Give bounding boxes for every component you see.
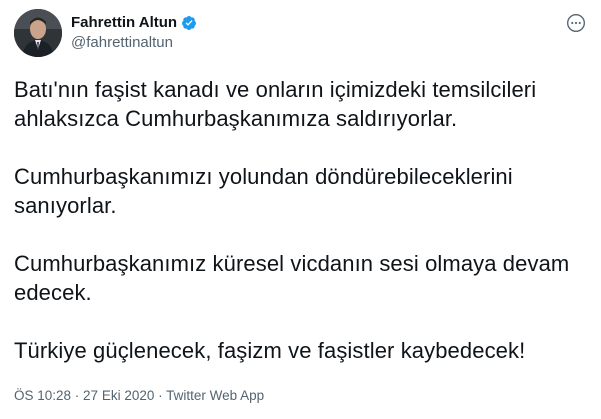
- avatar[interactable]: [14, 9, 62, 57]
- author-name-text[interactable]: Fahrettin Altun: [71, 14, 177, 31]
- author-name[interactable]: Fahrettin Altun: [71, 14, 197, 31]
- tweet-text: Batı'nın faşist kanadı ve onların içimiz…: [14, 75, 586, 394]
- tweet-source[interactable]: Twitter Web App: [166, 388, 264, 403]
- meta-separator: ·: [71, 388, 84, 403]
- author-handle[interactable]: @fahrettinaltun: [71, 34, 173, 51]
- tweet-paragraph: Cumhurbaşkanımız küresel vicdanın sesi o…: [14, 251, 570, 305]
- tweet-paragraph: Türkiye güçlenecek, faşizm ve faşistler …: [14, 338, 526, 363]
- tweet-time[interactable]: ÖS 10:28: [14, 388, 71, 403]
- avatar-portrait-icon: [14, 9, 62, 57]
- tweet-date[interactable]: 27 Eki 2020: [83, 388, 154, 403]
- tweet-card: Fahrettin Altun @fahrettinaltun Batı'nın…: [0, 0, 601, 419]
- tweet-paragraph: Cumhurbaşkanımızı yolundan döndürebilece…: [14, 164, 513, 218]
- meta-separator: ·: [154, 388, 167, 403]
- tweet-paragraph: Batı'nın faşist kanadı ve onların içimiz…: [14, 77, 537, 131]
- tweet-metadata: ÖS 10:28 · 27 Eki 2020 · Twitter Web App: [14, 388, 264, 403]
- verified-badge-icon: [181, 15, 197, 31]
- more-options-icon[interactable]: [565, 12, 587, 34]
